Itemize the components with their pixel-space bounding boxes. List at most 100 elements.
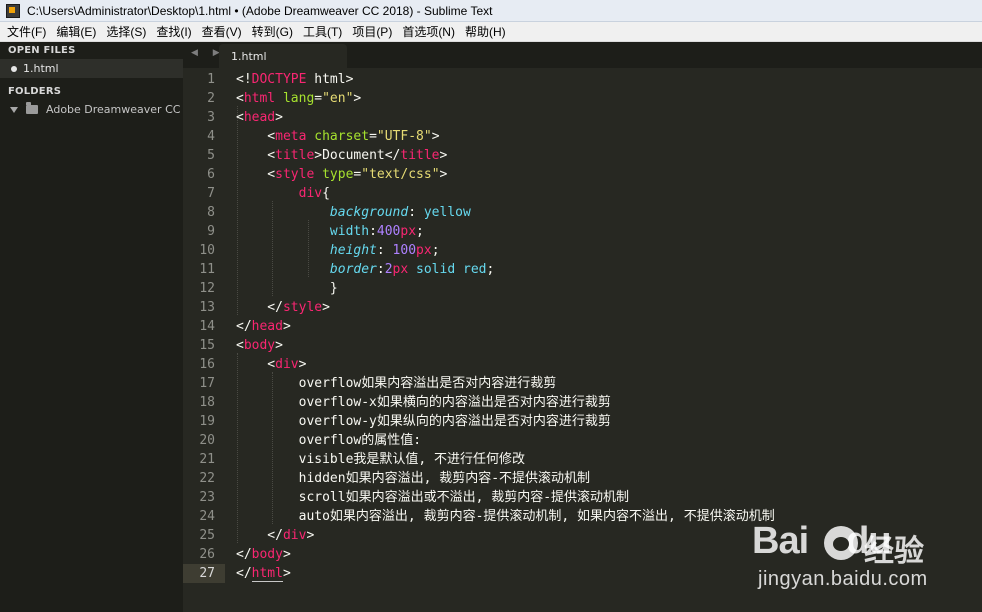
line-number: 9 <box>207 224 215 239</box>
code-token: hidden如果内容溢出, 裁剪内容-不提供滚动机制 <box>236 471 591 486</box>
line-number: 12 <box>199 281 215 296</box>
title-bar: C:\Users\Administrator\Desktop\1.html • … <box>0 0 982 22</box>
disclosure-triangle-icon[interactable] <box>10 106 18 113</box>
watermark-url: jingyan.baidu.com <box>758 568 928 590</box>
code-line[interactable]: </div> <box>236 526 314 545</box>
menu-preferences[interactable]: 首选项(N) <box>397 23 460 40</box>
menu-edit[interactable]: 编辑(E) <box>51 23 101 40</box>
code-line[interactable]: </head> <box>236 317 291 336</box>
open-file-item[interactable]: 1.html <box>0 59 183 78</box>
line-number: 5 <box>207 148 215 163</box>
code-token: head <box>251 319 283 334</box>
menu-project[interactable]: 项目(P) <box>347 23 397 40</box>
code-token: border <box>329 262 377 277</box>
code-line[interactable]: background: yellow <box>236 203 471 222</box>
code-line[interactable]: div{ <box>236 184 330 203</box>
code-line[interactable]: <html lang="en"> <box>236 89 361 108</box>
code-line[interactable]: visible我是默认值, 不进行任何修改 <box>236 450 525 469</box>
code-token: red <box>463 262 487 277</box>
line-number: 27 <box>199 566 215 581</box>
code-line[interactable]: auto如果内容溢出, 裁剪内容-提供滚动机制, 如果内容不溢出, 不提供滚动机… <box>236 507 775 526</box>
code-token: < <box>236 167 276 182</box>
code-token: px <box>400 224 417 239</box>
code-token: meta <box>275 129 307 144</box>
code-line[interactable]: </body> <box>236 545 291 564</box>
code-line[interactable]: <!DOCTYPE html> <box>236 70 353 89</box>
sidebar: OPEN FILES 1.html FOLDERS Adobe Dreamwea… <box>0 42 183 612</box>
code-line[interactable]: scroll如果内容溢出或不溢出, 裁剪内容-提供滚动机制 <box>236 488 629 507</box>
menu-goto[interactable]: 转到(G) <box>247 23 298 40</box>
code-line[interactable]: height: 100px; <box>236 241 440 260</box>
modified-dot-icon[interactable] <box>11 65 17 72</box>
code-token: html <box>243 91 276 106</box>
line-number-gutter: 1 2 3 4 5 6 7 8 9 10 11 12 13 14 15 16 17 18 19 20 21 22 23 24 2… <box>183 68 225 612</box>
code-line[interactable]: hidden如果内容溢出, 裁剪内容-不提供滚动机制 <box>236 469 590 488</box>
code-token: ; <box>486 262 495 277</box>
menu-tools[interactable]: 工具(T) <box>298 23 347 40</box>
code-token: > <box>353 91 362 106</box>
line-number: 18 <box>199 395 215 410</box>
watermark-jingyan-text: 经验 <box>864 534 924 569</box>
code-token: body <box>243 338 276 353</box>
folder-label: Adobe Dreamweaver CC 2018 <box>46 103 183 116</box>
menu-file[interactable]: 文件(F) <box>2 23 51 40</box>
code-token: > <box>298 357 307 372</box>
code-token: lang <box>282 91 315 106</box>
code-token: </ <box>236 528 283 543</box>
code-token: yellow <box>423 205 471 220</box>
code-token: "UTF-8" <box>376 129 432 144</box>
menu-find[interactable]: 查找(I) <box>151 23 196 40</box>
line-number: 7 <box>207 186 215 201</box>
code-token: > <box>275 110 283 125</box>
code-line[interactable]: </style> <box>236 298 330 317</box>
code-token: overflow-x如果横向的内容溢出是否对内容进行裁剪 <box>236 395 611 410</box>
code-line[interactable]: border:2px solid red; <box>236 260 494 279</box>
folder-icon <box>26 102 38 114</box>
code-line[interactable]: <style type="text/css"> <box>236 165 447 184</box>
code-line[interactable]: <head> <box>236 108 283 127</box>
code-line[interactable]: overflow如果内容溢出是否对内容进行裁剪 <box>236 374 557 393</box>
menu-selection[interactable]: 选择(S) <box>101 23 151 40</box>
code-line[interactable]: </html> <box>236 564 291 583</box>
tab-bar: ◀ ▶ 1.html <box>183 42 982 68</box>
code-token: > <box>439 167 448 182</box>
menu-help[interactable]: 帮助(H) <box>460 23 511 40</box>
menu-view[interactable]: 查看(V) <box>197 23 247 40</box>
code-token: ; <box>416 224 424 239</box>
code-line[interactable]: overflow-y如果纵向的内容溢出是否对内容进行裁剪 <box>236 412 611 431</box>
line-number: 1 <box>207 72 215 87</box>
code-line[interactable]: overflow-x如果横向的内容溢出是否对内容进行裁剪 <box>236 393 611 412</box>
tab-1-html[interactable]: 1.html <box>219 44 347 68</box>
code-token: title <box>400 148 440 163</box>
code-token: } <box>236 281 338 296</box>
code-token: div <box>298 186 323 201</box>
line-number: 15 <box>199 338 215 353</box>
code-line[interactable]: overflow的属性值: <box>236 431 421 450</box>
tab-label: 1.html <box>231 49 267 63</box>
window-title: C:\Users\Administrator\Desktop\1.html • … <box>27 3 493 18</box>
code-token: title <box>275 148 315 163</box>
code-token: DOCTYPE <box>251 72 307 87</box>
line-number: 22 <box>199 471 215 486</box>
code-token: > <box>282 566 291 581</box>
line-number: 25 <box>199 528 215 543</box>
code-token: = <box>314 91 323 106</box>
line-number: 6 <box>207 167 215 182</box>
code-line[interactable]: width:400px; <box>236 222 424 241</box>
folder-item[interactable]: Adobe Dreamweaver CC 2018 <box>0 100 183 119</box>
code-token: > <box>322 300 330 315</box>
line-number: 14 <box>199 319 215 334</box>
code-line[interactable]: } <box>236 279 338 298</box>
line-number: 19 <box>199 414 215 429</box>
code-line[interactable]: <title>Document</title> <box>236 146 447 165</box>
code-line[interactable]: <body> <box>236 336 283 355</box>
code-line[interactable]: <div> <box>236 355 306 374</box>
code-line[interactable]: <meta charset="UTF-8"> <box>236 127 439 146</box>
